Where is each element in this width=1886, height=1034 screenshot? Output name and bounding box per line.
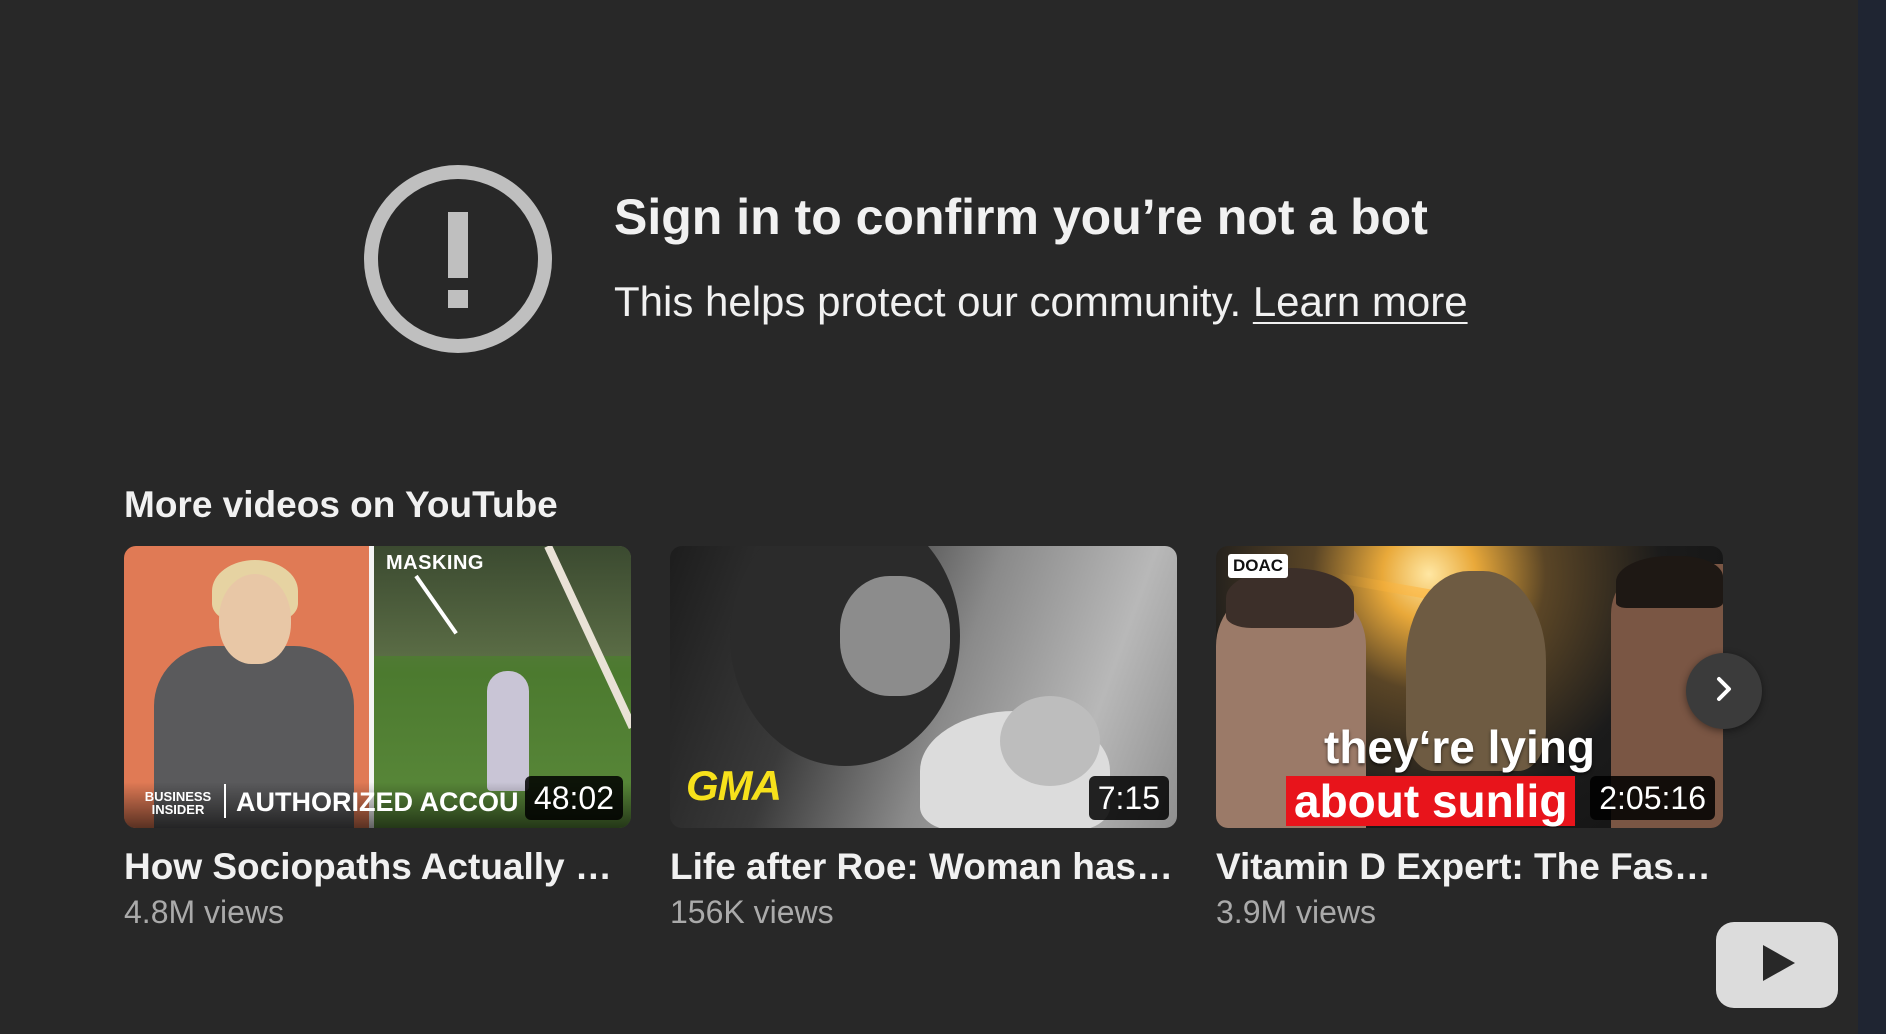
video-duration: 48:02 bbox=[524, 776, 623, 820]
video-title[interactable]: Life after Roe: Woman has ... bbox=[670, 846, 1177, 888]
video-views: 156K views bbox=[670, 894, 834, 930]
video-thumbnail[interactable]: MASKING BUSINESS INSIDER AUTHORIZED ACCO… bbox=[124, 546, 631, 828]
more-videos-heading: More videos on YouTube bbox=[124, 484, 558, 525]
chevron-right-icon bbox=[1709, 674, 1739, 709]
error-subtitle-text: This helps protect our community. bbox=[614, 278, 1242, 325]
video-thumbnail[interactable]: DOAC they‘re lying about sunlig 2:05:16 bbox=[1216, 546, 1723, 828]
video-duration: 7:15 bbox=[1088, 776, 1169, 820]
video-card[interactable]: MASKING BUSINESS INSIDER AUTHORIZED ACCO… bbox=[124, 546, 631, 931]
thumbnail-caption: AUTHORIZED ACCOU bbox=[236, 787, 519, 817]
thumbnail-tag: MASKING bbox=[386, 552, 484, 574]
exclamation-circle-icon bbox=[361, 162, 555, 356]
video-views: 3.9M views bbox=[1216, 894, 1377, 930]
error-subtitle: This helps protect our community. Learn … bbox=[614, 278, 1468, 326]
video-thumbnail[interactable]: GMA 7:15 bbox=[670, 546, 1177, 828]
youtube-logo-icon bbox=[1755, 941, 1799, 990]
thumbnail-brand-logo: GMA bbox=[686, 762, 782, 809]
thumbnail-brand-logo: BUSINESS INSIDER bbox=[144, 789, 212, 817]
learn-more-link[interactable]: Learn more bbox=[1253, 278, 1468, 325]
next-videos-button[interactable] bbox=[1686, 653, 1762, 729]
window-edge-strip bbox=[1858, 0, 1886, 1034]
video-card[interactable]: DOAC they‘re lying about sunlig 2:05:16 … bbox=[1216, 546, 1723, 931]
error-title: Sign in to confirm you’re not a bot bbox=[614, 189, 1428, 245]
youtube-logo-button[interactable] bbox=[1716, 922, 1838, 1008]
thumbnail-caption-line2: about sunlig bbox=[1286, 776, 1576, 826]
video-title[interactable]: Vitamin D Expert: The Faste... bbox=[1216, 846, 1723, 888]
thumbnail-caption-line1: they‘re lying bbox=[1324, 721, 1595, 773]
video-views: 4.8M views bbox=[124, 894, 285, 930]
video-title[interactable]: How Sociopaths Actually W... bbox=[124, 846, 631, 888]
video-card[interactable]: GMA 7:15 Life after Roe: Woman has ... 1… bbox=[670, 546, 1177, 931]
video-duration: 2:05:16 bbox=[1590, 776, 1715, 820]
thumbnail-brand-logo: DOAC bbox=[1228, 554, 1289, 578]
